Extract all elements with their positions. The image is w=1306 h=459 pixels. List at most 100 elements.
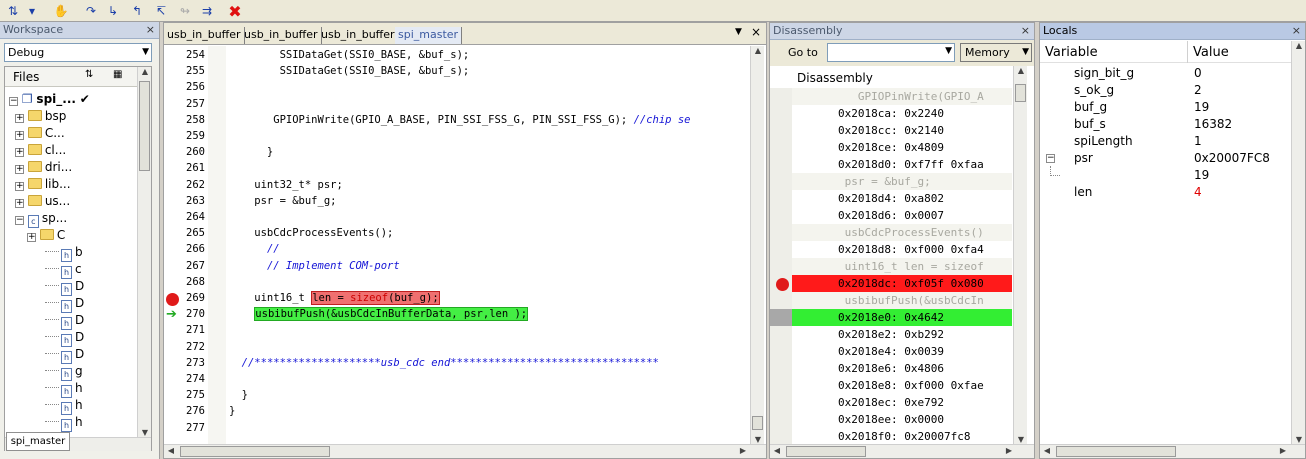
code-line[interactable]: uint32_t* psr; <box>229 179 343 191</box>
chevron-down-icon[interactable]: ▾ <box>26 2 38 20</box>
tree-item[interactable]: hD <box>45 295 84 313</box>
disasm-line[interactable]: 0x2018ee: 0x0000 <box>792 411 1012 428</box>
chevron-down-icon[interactable]: ▼ <box>735 27 742 37</box>
config-select[interactable]: Debug ▼ <box>4 43 152 62</box>
tab-spi-master[interactable]: spi_master <box>395 27 463 44</box>
scroll-thumb[interactable] <box>1015 84 1026 102</box>
disasm-line[interactable]: 0x2018e8: 0xf000 0xfae <box>792 377 1012 394</box>
chevron-down-icon[interactable]: ▼ <box>142 44 149 61</box>
local-variable-value[interactable]: 16382 <box>1194 116 1232 133</box>
editor-vscroll[interactable]: ▲ ▼ <box>750 46 764 444</box>
tree-item[interactable]: + cl... <box>15 142 66 159</box>
scroll-left-icon[interactable]: ◀ <box>164 446 178 455</box>
disassembly-vscroll[interactable]: ▲ ▼ <box>1013 66 1027 444</box>
editor-hscroll[interactable]: ◀ ▶ <box>164 444 766 458</box>
tree-item[interactable]: hh <box>45 397 83 415</box>
local-variable-name[interactable]: buf_s <box>1074 116 1106 133</box>
code-line[interactable]: SSIDataGet(SSI0_BASE, &buf_s); <box>229 49 470 61</box>
local-variable-value[interactable]: 0x20007FC8 <box>1194 150 1270 167</box>
scroll-up-icon[interactable]: ▲ <box>751 46 765 55</box>
collapse-icon[interactable]: − <box>9 97 18 106</box>
code-line[interactable]: } <box>229 405 235 417</box>
local-variable-name[interactable]: spiLength <box>1074 133 1133 150</box>
tree-item[interactable]: hb <box>45 244 83 262</box>
code-line[interactable]: //********************usb_cdc end*******… <box>229 357 659 369</box>
tab-spi-master-workspace[interactable]: spi_master <box>6 432 70 451</box>
collapse-icon[interactable]: − <box>15 216 24 225</box>
tree-item[interactable]: + us... <box>15 193 70 210</box>
tree-item[interactable]: + bsp <box>15 108 66 125</box>
tree-item[interactable]: + C <box>27 227 65 244</box>
col-value[interactable]: Value <box>1193 45 1229 60</box>
source-line[interactable]: uint16_t len = sizeof <box>792 258 1012 275</box>
locals-vscroll[interactable]: ▲ ▼ <box>1291 41 1305 444</box>
scroll-right-icon[interactable]: ▶ <box>1002 446 1016 455</box>
step-into-icon[interactable]: ↳ <box>104 2 122 20</box>
col-variable[interactable]: Variable <box>1045 45 1098 60</box>
run-to-cursor-icon[interactable]: ↬ <box>176 2 194 20</box>
current-statement-highlight[interactable]: usbibufPush(&usbCdcInBufferData, psr,len… <box>254 307 529 321</box>
scroll-down-icon[interactable]: ▼ <box>1292 435 1306 444</box>
local-variable-value[interactable]: 4 <box>1194 184 1202 201</box>
breakpoint-highlight[interactable]: len = sizeof(buf_g); <box>311 291 440 305</box>
code-line[interactable]: usbCdcProcessEvents(); <box>229 227 393 239</box>
tree-item[interactable]: + C... <box>15 125 65 142</box>
tree-item[interactable]: hh <box>45 380 83 398</box>
expand-icon[interactable]: + <box>15 165 24 174</box>
collapse-icon[interactable]: − <box>1046 154 1055 163</box>
disassembly-gutter[interactable] <box>770 88 792 444</box>
disasm-line[interactable]: 0x2018d4: 0xa802 <box>792 190 1012 207</box>
code-line[interactable]: SSIDataGet(SSI0_BASE, &buf_s); <box>229 65 470 77</box>
expand-icon[interactable]: + <box>15 131 24 140</box>
local-variable-name[interactable]: buf_g <box>1074 99 1107 116</box>
go-icon[interactable]: ⇉ <box>198 2 216 20</box>
scroll-right-icon[interactable]: ▶ <box>1276 446 1290 455</box>
disasm-line[interactable]: 0x2018e2: 0xb292 <box>792 326 1012 343</box>
close-icon[interactable]: × <box>1021 23 1030 39</box>
tree-item[interactable]: hD <box>45 346 84 364</box>
code-line[interactable]: usbibufPush(&usbCdcInBufferData, psr,len… <box>229 307 529 321</box>
goto-input[interactable]: ▼ <box>827 43 955 62</box>
code-line[interactable]: GPIOPinWrite(GPIO_A_BASE, PIN_SSI_FSS_G,… <box>229 114 690 126</box>
disasm-line[interactable]: 0x2018ec: 0xe792 <box>792 394 1012 411</box>
options-icon[interactable]: ▦ <box>113 69 122 80</box>
scroll-thumb[interactable] <box>1056 446 1176 457</box>
breakpoint-gutter[interactable] <box>208 46 226 444</box>
close-icon[interactable]: × <box>751 25 761 39</box>
tree-item[interactable]: hD <box>45 278 84 296</box>
disasm-line[interactable]: 0x2018e4: 0x0039 <box>792 343 1012 360</box>
local-variable-value[interactable]: 19 <box>1194 99 1209 116</box>
breakpoint-icon[interactable] <box>166 293 179 306</box>
locals-hscroll[interactable]: ◀ ▶ <box>1040 444 1305 458</box>
tree-item[interactable]: + dri... <box>15 159 72 176</box>
disasm-line[interactable]: 0x2018e0: 0x4642 <box>792 309 1012 326</box>
sort-icon[interactable]: ⇅ <box>85 69 93 80</box>
scroll-right-icon[interactable]: ▶ <box>736 446 750 455</box>
chevron-down-icon[interactable]: ▼ <box>945 46 952 56</box>
column-divider[interactable] <box>1187 41 1188 63</box>
code-line[interactable]: uint16_t len = sizeof(buf_g); <box>229 291 440 305</box>
local-variable-value[interactable]: 19 <box>1194 167 1209 184</box>
local-variable-value[interactable]: 2 <box>1194 82 1202 99</box>
scroll-left-icon[interactable]: ◀ <box>770 446 784 455</box>
chevron-down-icon[interactable]: ▼ <box>1022 44 1029 61</box>
tree-project[interactable]: − ❐ spi_... ✔ <box>9 91 90 108</box>
scroll-down-icon[interactable]: ▼ <box>138 428 152 437</box>
tree-item[interactable]: + lib... <box>15 176 71 193</box>
source-line[interactable]: psr = &buf_g; <box>792 173 1012 190</box>
next-statement-icon[interactable]: ↸ <box>152 2 170 20</box>
source-line[interactable]: usbibufPush(&usbCdcIn <box>792 292 1012 309</box>
local-variable-name[interactable]: s_ok_g <box>1074 82 1114 99</box>
source-line[interactable]: usbCdcProcessEvents() <box>792 224 1012 241</box>
code-line[interactable]: psr = &buf_g; <box>229 195 336 207</box>
tab-usb-in-buffer-3[interactable]: usb_in_buffer <box>318 27 399 44</box>
source-line[interactable]: GPIOPinWrite(GPIO_A <box>792 88 1012 105</box>
scroll-left-icon[interactable]: ◀ <box>1040 446 1054 455</box>
tree-item[interactable]: hD <box>45 329 84 347</box>
code-line[interactable]: } <box>229 389 248 401</box>
scroll-down-icon[interactable]: ▼ <box>751 435 765 444</box>
break-icon[interactable]: ✋ <box>52 2 70 20</box>
disasm-line[interactable]: 0x2018d6: 0x0007 <box>792 207 1012 224</box>
code-line[interactable]: // Implement COM-port <box>229 260 400 272</box>
reset-icon[interactable]: ⇅ <box>4 2 22 20</box>
